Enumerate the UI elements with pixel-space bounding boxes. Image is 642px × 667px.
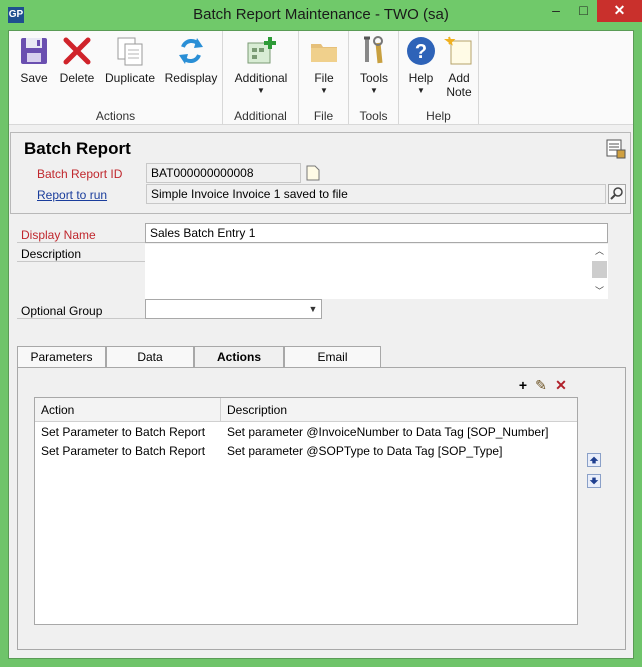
window-client: Save Delete Duplicate Redisplay Actions … — [8, 30, 634, 659]
file-label: File — [314, 71, 334, 85]
add-note-label-line2: Note — [446, 85, 472, 99]
add-note-label-line1: Add — [448, 71, 470, 85]
report-options-icon[interactable] — [606, 139, 626, 159]
ribbon-group-actions: Save Delete Duplicate Redisplay Actions — [9, 31, 223, 125]
duplicate-button[interactable]: Duplicate — [101, 35, 159, 85]
tab-actions[interactable]: Actions — [194, 346, 284, 369]
ribbon-group-help: ? Help ▼ Add Note Help — [399, 31, 479, 125]
move-up-button[interactable] — [587, 453, 601, 467]
optional-group-select[interactable] — [145, 299, 322, 319]
add-note-button[interactable]: Add Note — [441, 35, 477, 99]
ribbon-group-additional: Additional ▼ Additional — [223, 31, 299, 125]
help-icon: ? — [407, 37, 435, 65]
description-field[interactable] — [145, 244, 608, 299]
description-label: Description — [21, 247, 82, 261]
optional-group-label: Optional Group — [21, 304, 103, 318]
tools-label: Tools — [359, 71, 388, 85]
scroll-down-icon[interactable]: ﹀ — [592, 286, 607, 296]
chevron-down-icon: ▼ — [370, 86, 378, 95]
display-name-underline — [17, 242, 145, 243]
display-name-label: Display Name — [21, 228, 96, 242]
additional-button[interactable]: Additional ▼ — [227, 35, 295, 95]
header-section: Batch Report Batch Report ID BAT00000000… — [10, 132, 631, 214]
description-underline — [17, 261, 145, 262]
chevron-down-icon: ▼ — [257, 86, 265, 95]
page-title: Batch Report — [24, 139, 131, 158]
duplicate-icon — [117, 37, 143, 66]
close-button[interactable]: ✕ — [597, 0, 642, 22]
report-to-run-link[interactable]: Report to run — [37, 188, 107, 202]
display-name-field[interactable]: Sales Batch Entry 1 — [145, 223, 608, 243]
column-header-description[interactable]: Description — [221, 398, 577, 422]
save-button[interactable]: Save — [15, 35, 53, 85]
ribbon-group-label: Help — [426, 109, 451, 123]
table-row[interactable]: Set Parameter to Batch Report Set parame… — [35, 442, 577, 461]
new-document-icon[interactable] — [306, 165, 320, 181]
ribbon-group-label: Tools — [359, 109, 388, 123]
ribbon: Save Delete Duplicate Redisplay Actions … — [9, 31, 633, 125]
scroll-thumb[interactable] — [592, 261, 607, 278]
redisplay-label: Redisplay — [164, 71, 218, 85]
tab-parameters[interactable]: Parameters — [17, 346, 106, 368]
lookup-icon[interactable] — [608, 184, 626, 204]
chevron-down-icon[interactable]: ▼ — [306, 300, 320, 318]
chevron-down-icon: ▼ — [417, 86, 425, 95]
delete-row-icon[interactable]: ✕ — [554, 378, 568, 392]
actions-tab-panel: + ✎ ✕ Action Description Set Parameter t… — [17, 367, 626, 650]
delete-icon — [63, 37, 91, 65]
tab-email[interactable]: Email — [284, 346, 381, 368]
save-label: Save — [20, 71, 48, 85]
svg-text:?: ? — [415, 41, 427, 63]
note-icon — [444, 36, 472, 65]
add-icon[interactable]: + — [516, 378, 530, 392]
redisplay-button[interactable]: Redisplay — [163, 35, 219, 85]
folder-icon — [311, 44, 337, 62]
delete-button[interactable]: Delete — [57, 35, 97, 85]
minimize-button[interactable]: – — [542, 0, 570, 22]
row-action-cell: Set Parameter to Batch Report — [41, 444, 206, 458]
edit-icon[interactable]: ✎ — [534, 378, 548, 392]
window: GP Batch Report Maintenance - TWO (sa) –… — [0, 0, 642, 667]
save-icon — [21, 38, 47, 64]
additional-label: Additional — [234, 71, 288, 85]
batch-report-id-label: Batch Report ID — [37, 167, 123, 181]
description-scrollbar[interactable]: ︿ ﹀ — [591, 244, 608, 299]
row-description-cell: Set parameter @InvoiceNumber to Data Tag… — [227, 425, 549, 439]
grid-header: Action Description — [35, 398, 577, 422]
duplicate-label: Duplicate — [104, 71, 156, 85]
move-down-button[interactable] — [587, 474, 601, 488]
ribbon-group-file: File ▼ File — [299, 31, 349, 125]
maximize-button[interactable]: □ — [570, 0, 597, 22]
arrow-up-icon — [589, 456, 599, 464]
content-area: Batch Report Batch Report ID BAT00000000… — [9, 126, 633, 658]
ribbon-group-tools: Tools ▼ Tools — [349, 31, 399, 125]
ribbon-group-label: Actions — [95, 109, 136, 123]
chevron-down-icon: ▼ — [320, 86, 328, 95]
optional-group-underline — [17, 318, 145, 319]
row-description-cell: Set parameter @SOPType to Data Tag [SOP_… — [227, 444, 503, 458]
report-to-run-field[interactable]: Simple Invoice Invoice 1 saved to file — [146, 184, 606, 204]
redisplay-icon — [179, 38, 203, 64]
scroll-up-icon[interactable]: ︿ — [592, 246, 607, 256]
arrow-down-icon — [589, 477, 599, 485]
delete-label: Delete — [59, 71, 95, 85]
tab-data[interactable]: Data — [106, 346, 194, 368]
file-button[interactable]: File ▼ — [303, 35, 345, 95]
tools-button[interactable]: Tools ▼ — [353, 35, 395, 95]
batch-report-id-field[interactable]: BAT000000000008 — [146, 163, 301, 183]
ribbon-group-label: File — [313, 109, 334, 123]
title-bar[interactable]: GP Batch Report Maintenance - TWO (sa) –… — [0, 0, 642, 30]
additional-icon — [247, 37, 276, 64]
tools-icon — [364, 36, 383, 64]
ribbon-group-label: Additional — [234, 109, 287, 123]
help-button[interactable]: ? Help ▼ — [403, 35, 439, 95]
table-row[interactable]: Set Parameter to Batch Report Set parame… — [35, 423, 577, 442]
actions-grid: Action Description Set Parameter to Batc… — [34, 397, 578, 625]
column-header-action[interactable]: Action — [35, 398, 221, 422]
row-action-cell: Set Parameter to Batch Report — [41, 425, 206, 439]
help-label: Help — [408, 71, 434, 85]
